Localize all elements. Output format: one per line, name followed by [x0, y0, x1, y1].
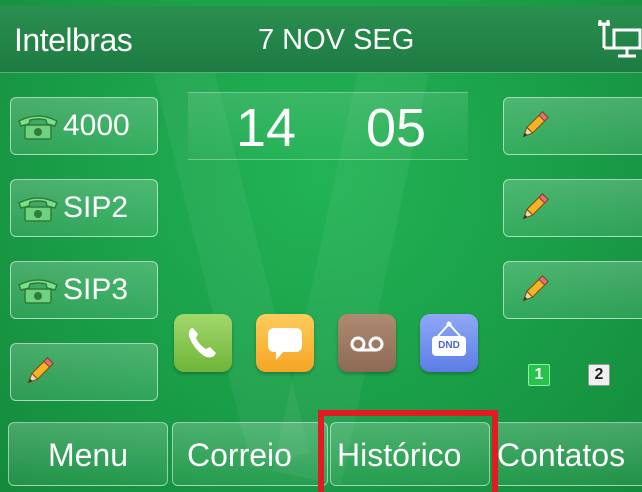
line-key-label: SIP2 [63, 191, 129, 224]
page-indicator-1[interactable]: 1 [528, 364, 550, 386]
voicemail-icon [350, 336, 384, 352]
phone-icon [18, 279, 58, 304]
message-bubble-icon [268, 328, 302, 360]
highlight-box [318, 410, 498, 492]
brand-title: Intelbras [14, 22, 133, 58]
pencil-icon [522, 275, 549, 302]
clock-minutes: 05 [366, 98, 427, 158]
message-app-icon[interactable] [256, 314, 314, 372]
clock-hours: 14 [236, 98, 297, 158]
programmable-key-1[interactable] [503, 97, 642, 155]
dnd-app-icon[interactable]: DND [420, 314, 478, 372]
line-key-4000[interactable]: 4000 [10, 97, 158, 155]
handset-icon [188, 328, 216, 358]
line-key-sip3[interactable]: SIP3 [10, 261, 158, 319]
date-display: 7 NOV SEG [258, 24, 415, 56]
network-icon[interactable] [590, 18, 642, 66]
line-key-label: SIP3 [63, 273, 129, 306]
line-key-sip2[interactable]: SIP2 [10, 179, 158, 237]
line-key-edit[interactable] [10, 343, 158, 401]
softkey-correio[interactable]: Correio [172, 422, 328, 486]
voicemail-app-icon[interactable] [338, 314, 396, 372]
phone-app-icon[interactable] [174, 314, 232, 372]
pencil-icon [522, 111, 549, 138]
clock-display: 14 05 [188, 92, 468, 160]
softkey-menu[interactable]: Menu [8, 422, 168, 486]
pencil-icon [522, 193, 549, 220]
phone-screen: Intelbras 7 NOV SEG 14 05 4000 SIP2 SIP3… [0, 0, 642, 492]
line-key-label: 4000 [63, 109, 130, 142]
dnd-label: DND [438, 340, 460, 351]
programmable-key-3[interactable] [503, 261, 642, 319]
pencil-icon [27, 357, 54, 384]
phone-icon [18, 115, 58, 140]
page-indicator-2[interactable]: 2 [588, 364, 610, 386]
phone-icon [18, 197, 58, 222]
status-header: Intelbras 7 NOV SEG [0, 6, 642, 73]
programmable-key-2[interactable] [503, 179, 642, 237]
softkey-contatos[interactable]: Contatos [492, 422, 642, 486]
